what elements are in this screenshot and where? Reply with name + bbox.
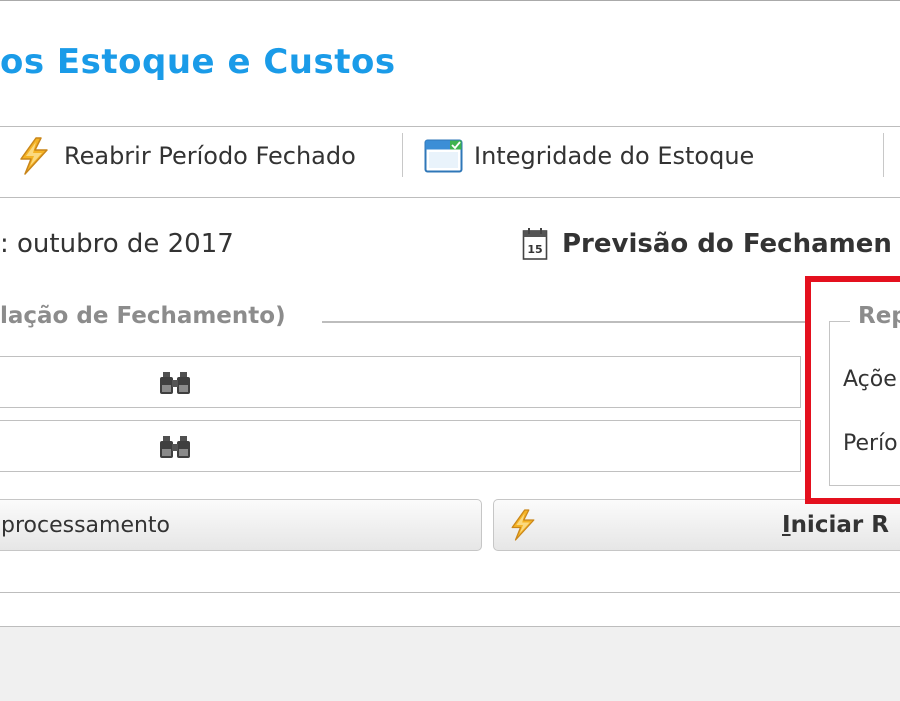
bottom-panel: [0, 626, 900, 701]
window-check-icon: [424, 138, 464, 174]
svg-text:15: 15: [527, 243, 542, 256]
reopen-period-button[interactable]: Reabrir Período Fechado: [16, 127, 356, 185]
lookup-field-1[interactable]: [0, 356, 801, 408]
binoculars-icon[interactable]: [158, 370, 192, 400]
reopen-period-label: Reabrir Período Fechado: [64, 142, 356, 170]
calendar-15-icon: 15: [522, 226, 548, 262]
simulation-group-legend: lação de Fechamento): [0, 303, 296, 329]
current-period-text: : outubro de 2017: [0, 229, 234, 259]
lightning-bolt-icon: [16, 137, 52, 175]
start-button[interactable]: Iniciar R: [493, 499, 900, 551]
page-title: os Estoque e Custos: [0, 42, 396, 82]
stock-integrity-button[interactable]: Integridade do Estoque: [424, 127, 754, 185]
highlight-box: [805, 276, 900, 504]
closing-forecast-link[interactable]: 15 Previsão do Fechamen: [522, 226, 892, 262]
lookup-field-2[interactable]: [0, 420, 801, 472]
toolbar-bottom-divider: [0, 197, 900, 198]
processing-button[interactable]: processamento: [0, 499, 482, 551]
closing-forecast-label: Previsão do Fechamen: [562, 229, 892, 259]
toolbar-separator: [402, 133, 403, 177]
lightning-bolt-icon: [508, 506, 538, 544]
start-button-label: Iniciar R: [782, 512, 889, 538]
window-top-border: [0, 0, 900, 1]
processing-button-label: processamento: [1, 512, 171, 538]
content-divider: [0, 592, 900, 593]
toolbar: Reabrir Período Fechado Integridade do E…: [0, 127, 900, 185]
group-legend-line: [322, 321, 806, 323]
binoculars-icon[interactable]: [158, 434, 192, 464]
toolbar-separator: [883, 133, 884, 177]
stock-integrity-label: Integridade do Estoque: [474, 142, 755, 170]
